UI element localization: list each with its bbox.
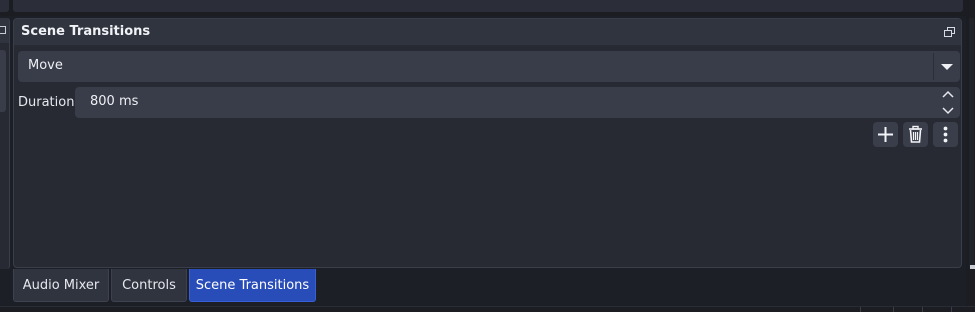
scene-transitions-dock: Scene Transitions Move Duration 800 ms: [13, 18, 962, 268]
chevron-up-icon: [942, 90, 954, 98]
trash-icon: [909, 125, 922, 143]
left-dock-panel: [0, 18, 10, 269]
left-dock-header: [0, 18, 9, 43]
chevron-down-icon[interactable]: [941, 64, 953, 70]
status-bar-edge: [0, 306, 975, 312]
duration-value[interactable]: 800 ms: [90, 94, 138, 109]
top-dock-strip: [0, 0, 975, 16]
duration-label: Duration: [18, 95, 75, 110]
duration-spinbox[interactable]: 800 ms: [75, 87, 960, 118]
top-panel-edge: [13, 0, 963, 12]
scrollbar-handle[interactable]: [970, 265, 975, 269]
scrollbar-track[interactable]: [969, 18, 974, 268]
tab-audio-mixer[interactable]: Audio Mixer: [13, 269, 109, 302]
more-vertical-icon: [943, 126, 948, 143]
top-left-panel-edge: [0, 0, 9, 12]
select-divider: [933, 53, 934, 80]
tab-controls[interactable]: Controls: [111, 269, 187, 302]
transition-properties-button[interactable]: [933, 122, 958, 147]
transition-select[interactable]: Move: [18, 51, 960, 82]
status-divider: [893, 307, 894, 312]
duration-decrease-button[interactable]: [936, 103, 960, 118]
chevron-down-icon: [942, 107, 954, 115]
obs-dock-area: Scene Transitions Move Duration 800 ms A…: [0, 0, 975, 312]
remove-transition-button[interactable]: [903, 122, 928, 147]
transition-selected-value: Move: [28, 58, 63, 73]
dock-title: Scene Transitions: [21, 24, 151, 39]
dock-header: Scene Transitions: [14, 19, 961, 45]
add-transition-button[interactable]: [873, 122, 898, 147]
float-window-icon[interactable]: [943, 25, 957, 39]
float-window-icon[interactable]: [0, 26, 6, 34]
duration-increase-button[interactable]: [936, 87, 960, 102]
left-dock-field: [0, 50, 6, 112]
tab-scene-transitions[interactable]: Scene Transitions: [189, 269, 316, 302]
status-divider: [860, 307, 861, 312]
status-divider: [922, 307, 923, 312]
right-edge-scrollbar[interactable]: [966, 0, 975, 312]
plus-icon: [878, 127, 893, 142]
status-divider: [951, 307, 952, 312]
